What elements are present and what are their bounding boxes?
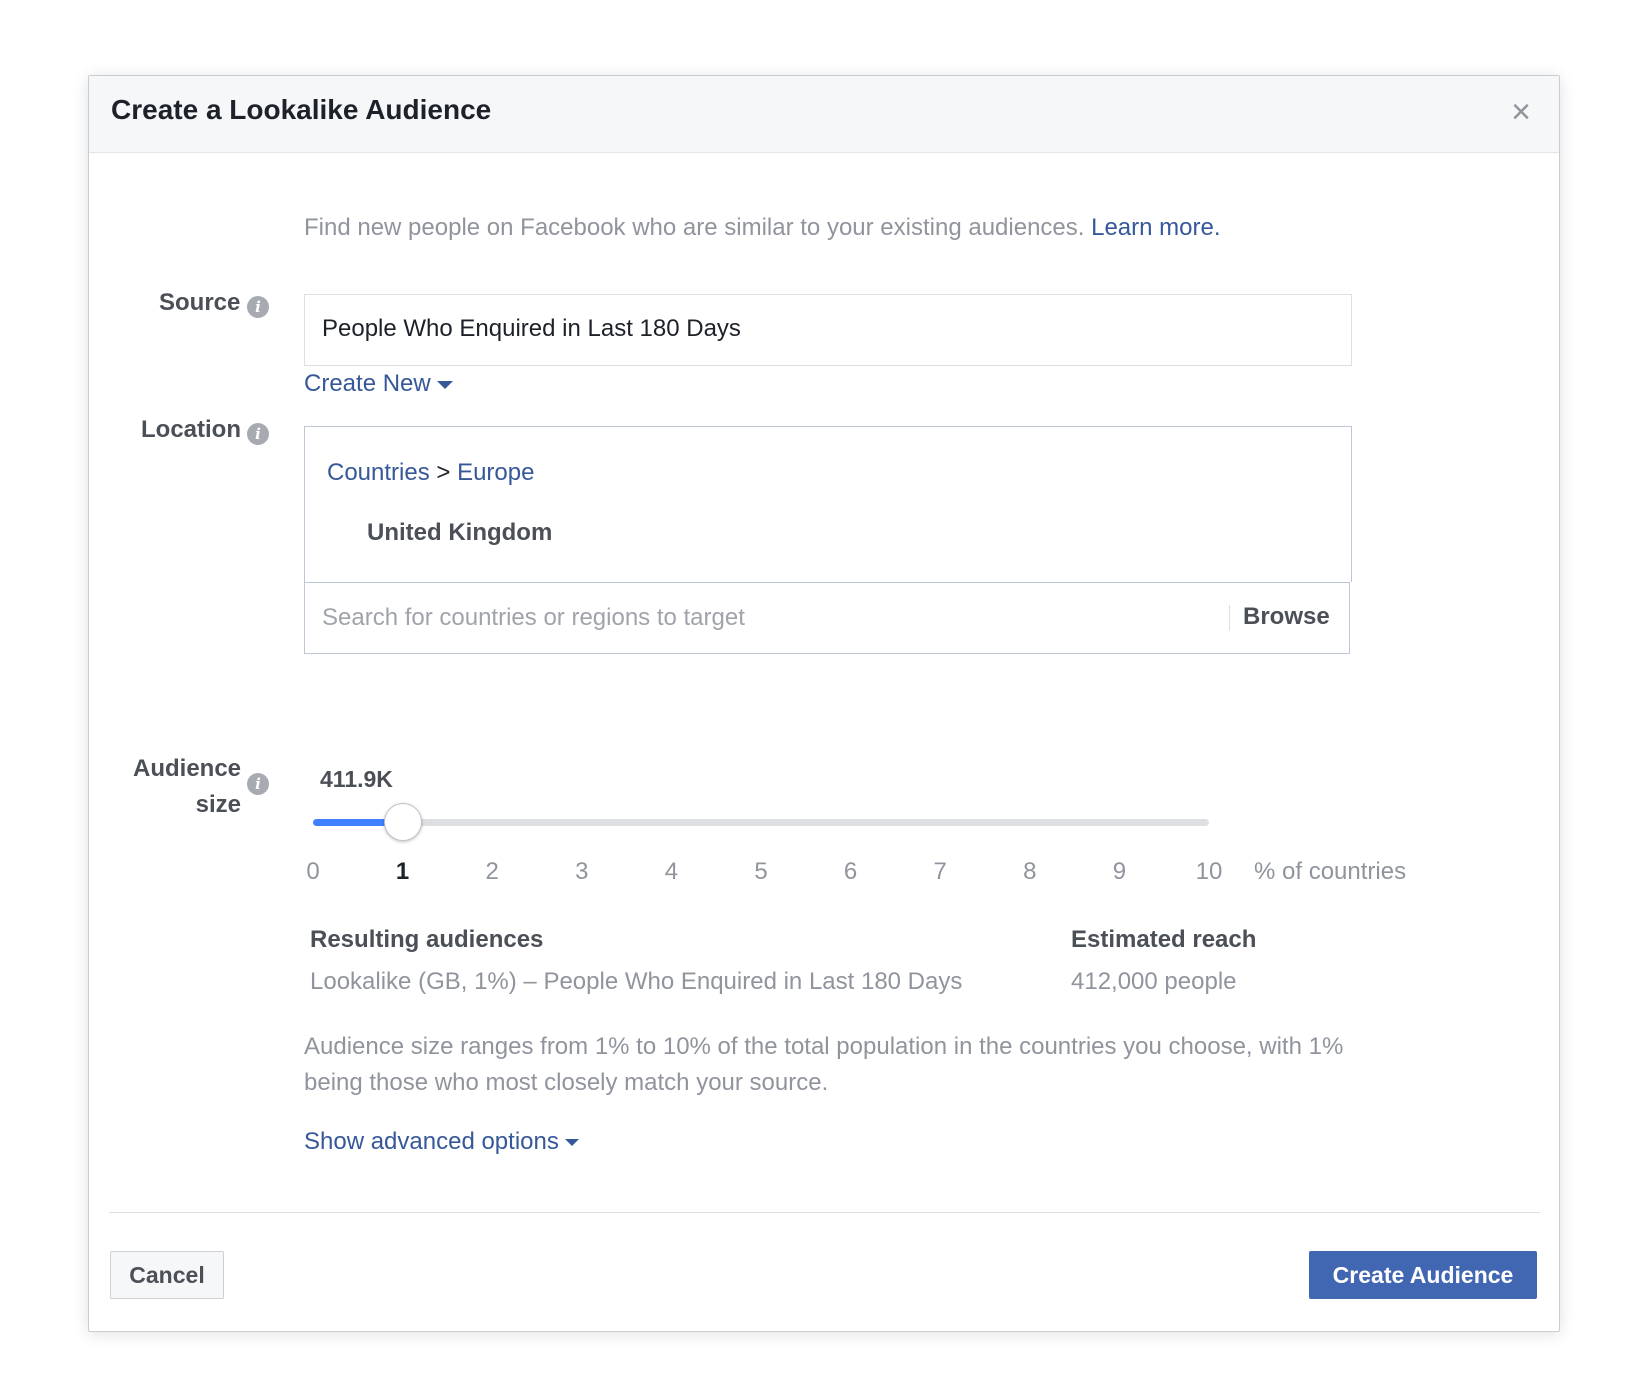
advanced-options-label: Show advanced options: [304, 1128, 559, 1155]
info-icon[interactable]: i: [247, 423, 269, 445]
source-label: Source: [159, 289, 241, 316]
create-audience-button[interactable]: Create Audience: [1309, 1251, 1537, 1299]
selected-country: United Kingdom: [367, 519, 553, 546]
audience-size-value: 411.9K: [320, 766, 393, 792]
location-search-box: Browse: [304, 582, 1350, 654]
location-selection-box: Countries > Europe United Kingdom: [304, 426, 1352, 582]
audience-size-label: Audience size: [133, 751, 241, 823]
resulting-audience-value: Lookalike (GB, 1%) – People Who Enquired…: [310, 968, 963, 995]
slider-tick-label: 5: [754, 858, 768, 885]
estimated-reach-header: Estimated reach: [1071, 926, 1257, 953]
cancel-button[interactable]: Cancel: [110, 1251, 224, 1299]
estimated-reach-value: 412,000 people: [1071, 968, 1237, 995]
caret-down-icon: [436, 380, 453, 389]
create-new-label: Create New: [304, 370, 431, 397]
resulting-audiences-header: Resulting audiences: [310, 926, 544, 953]
slider-tick-label: 8: [1023, 858, 1037, 885]
slider-tick-label: 0: [306, 858, 320, 885]
intro-description: Find new people on Facebook who are simi…: [304, 214, 1085, 241]
search-divider: [1229, 605, 1230, 631]
breadcrumb-countries[interactable]: Countries: [327, 459, 430, 486]
slider-unit: % of countries: [1254, 858, 1407, 885]
learn-more-link[interactable]: Learn more.: [1091, 214, 1220, 241]
slider-tick-label: 6: [843, 858, 858, 885]
slider-tick-label: 9: [1112, 858, 1127, 885]
dialog-header: Create a Lookalike Audience ×: [89, 76, 1559, 153]
source-field[interactable]: People Who Enquired in Last 180 Days: [304, 294, 1352, 366]
slider-tick-label: 2: [485, 858, 499, 885]
intro-text: Find new people on Facebook who are simi…: [304, 214, 1221, 242]
footer-divider: [109, 1212, 1540, 1213]
audience-size-note: Audience size ranges from 1% to 10% of t…: [304, 1033, 1344, 1096]
slider-tick-label: 10: [1195, 858, 1223, 885]
info-icon[interactable]: i: [247, 773, 269, 795]
caret-down-icon: [564, 1139, 579, 1147]
dialog-title: Create a Lookalike Audience: [111, 94, 492, 125]
lookalike-dialog: Create a Lookalike Audience × Find new p…: [88, 75, 1560, 1332]
breadcrumb-separator: >: [436, 459, 451, 486]
location-label: Location: [141, 416, 241, 443]
close-icon[interactable]: ×: [1503, 94, 1539, 130]
location-breadcrumb: Countries > Europe: [327, 459, 534, 487]
browse-button[interactable]: Browse: [1243, 603, 1330, 631]
info-icon[interactable]: i: [247, 296, 269, 318]
breadcrumb-europe[interactable]: Europe: [457, 459, 534, 486]
location-search-input[interactable]: [305, 583, 1225, 653]
slider-tick-label: 3: [575, 858, 589, 885]
audience-size-label-line1: Audience: [133, 755, 242, 782]
slider-tick-label: 7: [933, 858, 947, 885]
slider-tick-label: 4: [664, 858, 679, 885]
slider-handle[interactable]: [383, 803, 422, 841]
slider-tick-label: 1: [395, 858, 410, 885]
create-new-dropdown[interactable]: Create New: [304, 370, 453, 398]
audience-size-label-line2: size: [195, 791, 242, 818]
audience-size-slider[interactable]: [313, 803, 1209, 841]
show-advanced-options-link[interactable]: Show advanced options: [304, 1128, 579, 1156]
